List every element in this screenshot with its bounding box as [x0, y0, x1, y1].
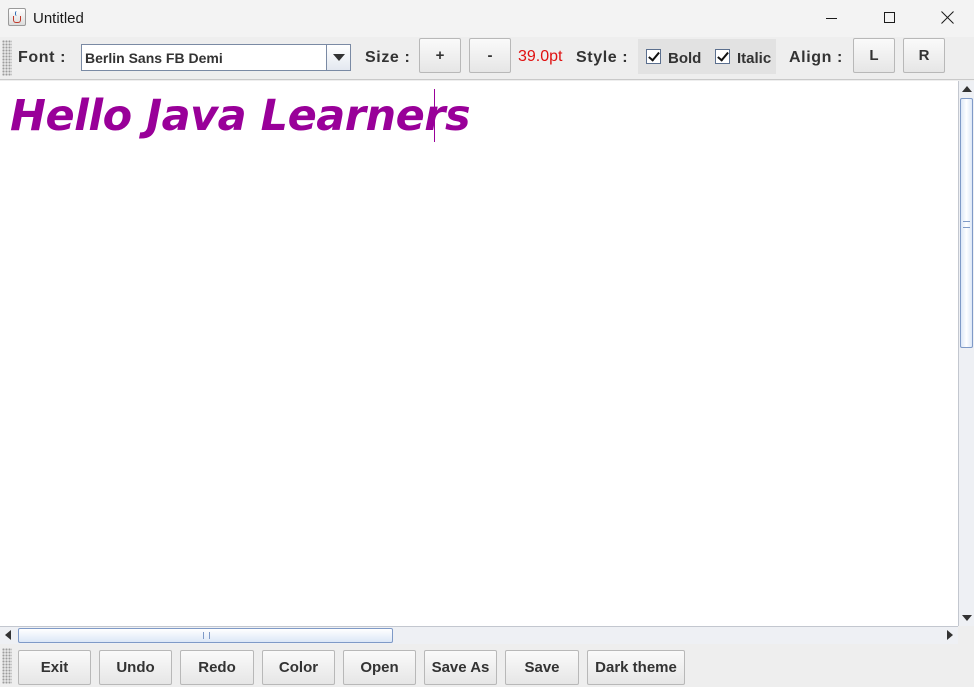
scroll-down-icon[interactable]: [959, 610, 974, 626]
java-cup-icon: [8, 8, 26, 26]
open-button[interactable]: Open: [343, 650, 416, 685]
color-button[interactable]: Color: [262, 650, 335, 685]
horizontal-scroll-thumb[interactable]: [18, 628, 393, 643]
style-options: Bold Italic: [638, 39, 776, 74]
title-bar: Untitled: [0, 0, 974, 37]
chevron-down-icon[interactable]: [326, 45, 350, 70]
editor-text[interactable]: Hello Java Learners: [10, 88, 471, 144]
maximize-icon: [884, 12, 895, 23]
italic-checkbox[interactable]: [715, 49, 730, 64]
text-editor-area[interactable]: [0, 81, 958, 626]
font-select-value: Berlin Sans FB Demi: [85, 50, 223, 66]
italic-checkbox-label[interactable]: Italic: [737, 50, 771, 67]
redo-button[interactable]: Redo: [180, 650, 254, 685]
scrollbar-corner: [958, 626, 974, 644]
bold-checkbox[interactable]: [646, 49, 661, 64]
horizontal-scrollbar[interactable]: [0, 626, 958, 644]
text-caret: [434, 89, 435, 142]
save-button[interactable]: Save: [505, 650, 579, 685]
minimize-icon: [826, 18, 837, 19]
scroll-right-icon[interactable]: [942, 627, 958, 644]
exit-button[interactable]: Exit: [18, 650, 91, 685]
vertical-scroll-thumb[interactable]: [960, 98, 973, 348]
action-bar-grip[interactable]: [2, 648, 12, 684]
action-bar: Exit Undo Redo Color Open Save As Save D…: [0, 644, 974, 687]
save-as-button[interactable]: Save As: [424, 650, 497, 685]
style-label: Style :: [576, 49, 629, 66]
scroll-left-icon[interactable]: [0, 627, 16, 644]
size-label: Size :: [365, 49, 411, 66]
undo-button[interactable]: Undo: [99, 650, 172, 685]
bold-checkbox-label[interactable]: Bold: [668, 50, 701, 67]
close-button[interactable]: [918, 0, 974, 36]
size-decrease-button[interactable]: -: [469, 38, 511, 73]
maximize-button[interactable]: [860, 0, 918, 36]
window-title: Untitled: [33, 10, 84, 27]
dark-theme-button[interactable]: Dark theme: [587, 650, 685, 685]
align-left-button[interactable]: L: [853, 38, 895, 73]
align-label: Align :: [789, 49, 843, 66]
toolbar-grip[interactable]: [2, 40, 12, 76]
font-size-value: 39.0pt: [518, 48, 563, 65]
scroll-up-icon[interactable]: [959, 81, 974, 97]
align-right-button[interactable]: R: [903, 38, 945, 73]
formatting-toolbar: Font : Berlin Sans FB Demi Size : + - 39…: [0, 37, 974, 80]
close-icon: [941, 11, 954, 24]
font-label: Font :: [18, 49, 67, 66]
vertical-scrollbar[interactable]: [958, 81, 974, 626]
minimize-button[interactable]: [802, 0, 860, 36]
font-select[interactable]: Berlin Sans FB Demi: [81, 44, 351, 71]
size-increase-button[interactable]: +: [419, 38, 461, 73]
